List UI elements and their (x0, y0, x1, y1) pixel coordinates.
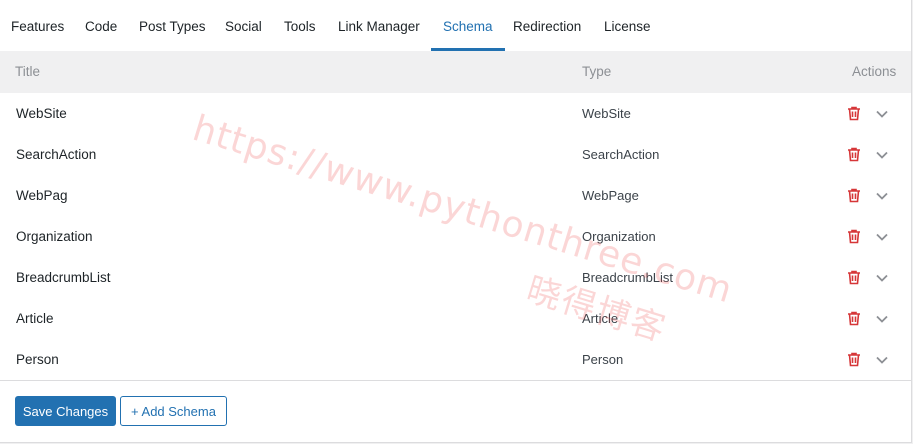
trash-icon[interactable] (847, 229, 861, 244)
row-type: BreadcrumbList (582, 270, 674, 285)
tab-code[interactable]: Code (85, 0, 117, 51)
tab-features[interactable]: Features (11, 0, 64, 51)
trash-icon[interactable] (847, 311, 861, 326)
chevron-down-icon[interactable] (874, 148, 890, 162)
row-type: WebPage (582, 188, 639, 203)
table-row: Article Article (0, 298, 911, 340)
chevron-down-icon[interactable] (874, 271, 890, 285)
trash-icon[interactable] (847, 147, 861, 162)
row-type: WebSite (582, 106, 631, 121)
row-title: SearchAction (16, 147, 97, 162)
table-row: WebSite WebSite (0, 93, 911, 135)
tab-social[interactable]: Social (225, 0, 262, 51)
chevron-down-icon[interactable] (874, 230, 890, 244)
chevron-down-icon[interactable] (874, 107, 890, 121)
trash-icon[interactable] (847, 188, 861, 203)
column-header-title: Title (15, 64, 41, 79)
table-row: WebPag WebPage (0, 175, 911, 217)
save-changes-button[interactable]: Save Changes (15, 396, 116, 426)
row-type: SearchAction (582, 147, 660, 162)
tab-schema[interactable]: Schema (431, 0, 504, 51)
table-row: Person Person (0, 339, 911, 381)
row-type: Person (582, 352, 624, 367)
trash-icon[interactable] (847, 270, 861, 285)
row-title: WebSite (16, 106, 67, 121)
trash-icon[interactable] (847, 106, 861, 121)
row-title: Person (16, 352, 59, 367)
schema-settings-panel: Features Code Post Types Social Tools Li… (0, 0, 912, 443)
tab-tools[interactable]: Tools (284, 0, 316, 51)
tab-redirection[interactable]: Redirection (513, 0, 581, 51)
chevron-down-icon[interactable] (874, 312, 890, 326)
tab-link-manager[interactable]: Link Manager (338, 0, 420, 51)
row-title: BreadcrumbList (16, 270, 111, 285)
chevron-down-icon[interactable] (874, 189, 890, 203)
row-title: Article (16, 311, 54, 326)
row-title: Organization (16, 229, 93, 244)
column-header-type: Type (582, 64, 612, 79)
column-header-actions: Actions (852, 64, 897, 79)
table-header: Title Type Actions (0, 51, 911, 93)
table-row: SearchAction SearchAction (0, 134, 911, 176)
table-row: BreadcrumbList BreadcrumbList (0, 257, 911, 299)
settings-tabs: Features Code Post Types Social Tools Li… (0, 0, 911, 51)
tab-post-types[interactable]: Post Types (139, 0, 206, 51)
add-schema-button[interactable]: + Add Schema (120, 396, 227, 426)
table-row: Organization Organization (0, 216, 911, 258)
trash-icon[interactable] (847, 352, 861, 367)
chevron-down-icon[interactable] (874, 353, 890, 367)
row-type: Article (582, 311, 619, 326)
row-type: Organization (582, 229, 656, 244)
tab-license[interactable]: License (604, 0, 651, 51)
row-title: WebPag (16, 188, 68, 203)
